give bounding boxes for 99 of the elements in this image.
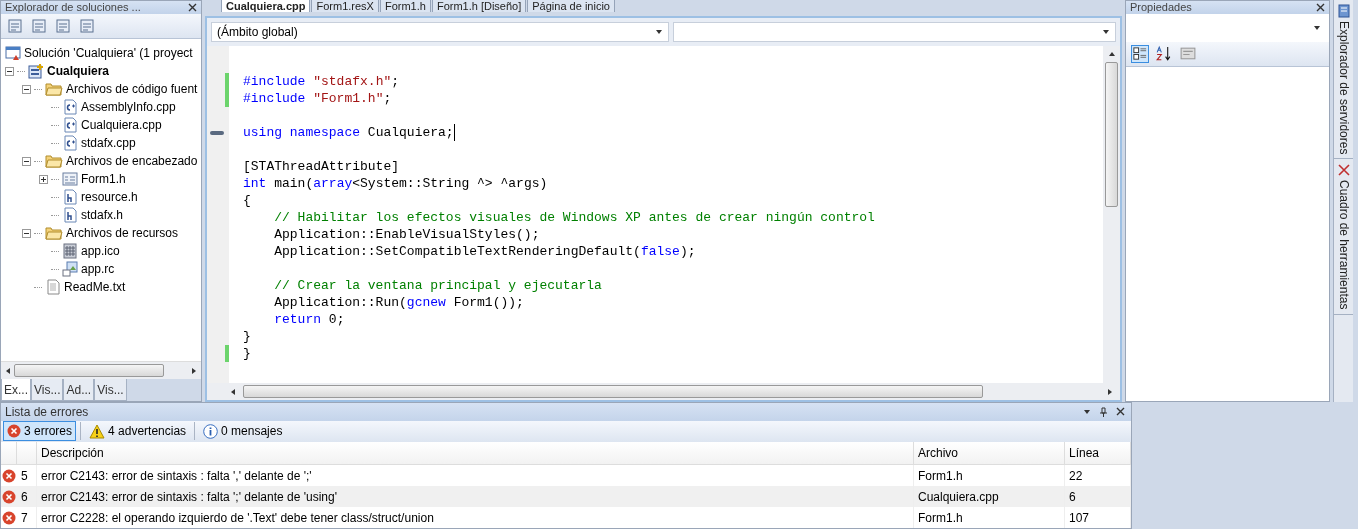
tree-item[interactable]: stdafx.h — [81, 208, 124, 222]
column-header[interactable]: Línea — [1065, 442, 1131, 465]
code-line: Application::Run(gcnew Form1()); — [273, 294, 524, 311]
text-file-icon — [45, 279, 61, 295]
code-line: // Habilitar los efectos visuales de Windows XP antes de crear ningún control — [273, 209, 875, 226]
side-tab[interactable]: Explorador de servidores — [1334, 0, 1353, 160]
tree-item[interactable]: Form1.h — [81, 172, 126, 186]
table-cell: Form1.h — [914, 507, 1065, 528]
filter-button[interactable]: 3 errores — [3, 421, 77, 442]
tree-item[interactable]: ReadMe.txt — [64, 280, 126, 294]
panel-title: Explorador de soluciones ... — [5, 1, 142, 14]
filter-button[interactable]: 4 advertencias — [85, 420, 191, 442]
table-cell: 6 — [17, 486, 37, 507]
code-line: #include "Form1.h"; — [243, 90, 392, 107]
scroll-left-icon[interactable] — [229, 387, 237, 396]
code-line: } — [243, 345, 251, 362]
tree-item[interactable]: app.rc — [81, 262, 115, 276]
scroll-up-icon[interactable] — [1107, 50, 1116, 58]
tree-item[interactable]: Cualquiera.cpp — [81, 118, 162, 132]
tree-item[interactable]: Archivos de encabezado — [66, 154, 198, 168]
close-icon[interactable] — [1116, 407, 1125, 417]
alphabetical-view-icon[interactable] — [1155, 45, 1173, 63]
tree-item[interactable]: AssemblyInfo.cpp — [81, 100, 176, 114]
dropdown-icon[interactable] — [1083, 407, 1091, 416]
code-line: Application::EnableVisualStyles(); — [273, 226, 540, 243]
code-line: #include "stdafx.h"; — [243, 73, 400, 90]
code-line: { — [243, 192, 251, 209]
scroll-left-icon[interactable] — [4, 366, 12, 375]
filter-button[interactable]: 0 mensajes — [199, 420, 287, 442]
scrollbar-thumb[interactable] — [14, 364, 164, 377]
header-file-icon — [62, 189, 78, 205]
collapse-toggle[interactable] — [22, 84, 31, 94]
expand-toggle[interactable] — [39, 174, 48, 184]
tree-item[interactable]: Cualquiera — [47, 64, 109, 78]
panel-title: Propiedades — [1130, 1, 1193, 14]
tree-item[interactable]: Archivos de código fuent — [66, 82, 198, 96]
document-tab[interactable]: Form1.h — [379, 0, 431, 12]
solution-icon — [5, 45, 21, 61]
resource-file-icon — [62, 261, 78, 277]
collapse-toggle[interactable] — [5, 66, 14, 76]
form-icon — [62, 171, 78, 187]
table-cell: 6 — [1065, 486, 1131, 507]
collapse-toggle[interactable] — [22, 228, 31, 238]
panel-title: Lista de errores — [5, 404, 90, 419]
pin-icon[interactable] — [1099, 406, 1108, 417]
caret-icon[interactable] — [1102, 28, 1110, 36]
code-line: [STAThreadAttribute] — [243, 158, 400, 175]
close-icon[interactable] — [188, 3, 197, 12]
close-icon[interactable] — [1316, 3, 1325, 12]
code-line: Application::SetCompatibleTextRenderingDefault(false); — [273, 243, 696, 260]
document-tab[interactable]: Form1.resX — [311, 0, 379, 12]
tools-icon — [1336, 163, 1351, 178]
document-tab[interactable]: Cualquiera.cpp — [221, 0, 311, 12]
table-cell: Cualquiera.cpp — [914, 486, 1065, 507]
panel-tab[interactable]: Ex... — [1, 379, 31, 401]
warning-icon — [89, 423, 106, 439]
scroll-right-icon[interactable] — [190, 366, 198, 375]
header-file-icon — [62, 207, 78, 223]
server-icon — [1336, 4, 1351, 18]
column-header[interactable]: Archivo — [914, 442, 1065, 465]
table-cell: 7 — [17, 507, 37, 528]
cpp-file-icon — [62, 99, 78, 115]
error-icon — [2, 489, 16, 504]
project-icon — [28, 63, 44, 79]
table-cell: error C2228: el operando izquierdo de '.Text' debe tener class/struct/union — [37, 507, 914, 528]
panel-tab[interactable]: Vis... — [31, 379, 64, 401]
folder-icon — [45, 82, 63, 96]
tree-item[interactable]: Solución 'Cualquiera' (1 proyect — [24, 46, 193, 60]
error-icon — [7, 424, 21, 439]
tree-item[interactable]: Archivos de recursos — [66, 226, 179, 240]
cpp-file-icon — [62, 135, 78, 151]
collapse-toggle[interactable] — [22, 156, 31, 166]
side-tab[interactable]: Cuadro de herramientas — [1334, 159, 1353, 315]
code-line: int main(array<System::String ^> ^args) — [243, 175, 548, 192]
grid-file-icon — [62, 243, 78, 259]
folder-icon — [45, 154, 63, 168]
document-tab[interactable]: Página de inicio — [527, 0, 615, 12]
table-cell: error C2143: error de sintaxis : falta ';' delante de 'using' — [37, 486, 914, 507]
scope-dropdown[interactable]: (Ámbito global) — [211, 22, 669, 42]
tree-item[interactable]: stdafx.cpp — [81, 136, 136, 150]
document-tab[interactable]: Form1.h [Diseño] — [431, 0, 527, 12]
info-icon — [203, 423, 219, 439]
cpp-file-icon — [62, 117, 78, 133]
tree-item[interactable]: app.ico — [81, 244, 120, 258]
folder-icon — [45, 226, 63, 240]
tree-item[interactable]: resource.h — [81, 190, 138, 204]
panel-tab[interactable]: Ad... — [63, 379, 95, 401]
scroll-right-icon[interactable] — [1106, 387, 1114, 396]
code-line: // Crear la ventana principal y ejecutarla — [273, 277, 602, 294]
code-line: using namespace Cualquiera; — [243, 124, 455, 141]
caret-icon[interactable] — [655, 28, 663, 36]
panel-tab[interactable]: Vis... — [94, 379, 127, 401]
scrollbar-thumb[interactable] — [243, 385, 983, 398]
categorized-view-icon[interactable] — [1131, 45, 1149, 63]
code-line: } — [243, 328, 251, 345]
column-header[interactable]: Descripción — [37, 442, 914, 465]
scrollbar-thumb[interactable] — [1105, 62, 1118, 207]
table-cell: 107 — [1065, 507, 1131, 528]
code-line: return 0; — [273, 311, 345, 328]
